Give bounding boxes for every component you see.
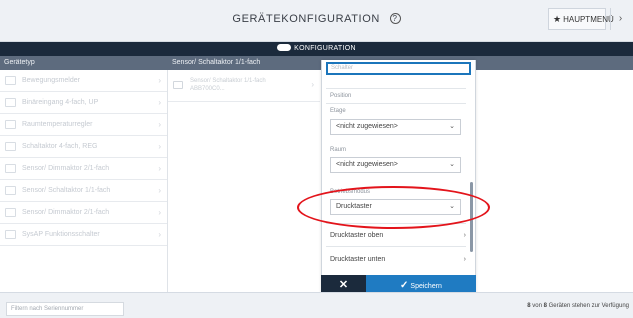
- list-item-subtitle: ABB700C0...: [190, 86, 225, 92]
- help-icon[interactable]: ?: [389, 13, 401, 24]
- toggle-icon: [277, 44, 292, 51]
- divider: [326, 88, 466, 89]
- link-button-top-label: Drucktaster oben: [330, 232, 384, 239]
- list-item-label: Sensor/ Schaltaktor 1/1-fach: [22, 187, 111, 194]
- position-label: Position: [330, 93, 352, 99]
- device-type-list: Bewegungsmelder › Binäreingang 4-fach, UP…: [0, 70, 168, 292]
- config-panel: Schalter Position Etage <nicht zugewiese…: [321, 60, 476, 298]
- chevron-right-icon: ›: [158, 164, 161, 173]
- chevron-right-icon: ›: [158, 76, 161, 85]
- list-item-title: Sensor/ Schaltaktor 1/1-fach: [190, 78, 266, 84]
- chevron-right-icon: ›: [158, 98, 161, 107]
- main-menu-label: HAUPTMENÜ: [563, 15, 614, 24]
- column-header-row: Gerätetyp Sensor/ Schaltaktor 1/1-fach: [0, 56, 633, 70]
- list-item-label: Bewegungsmelder: [22, 77, 80, 84]
- device-icon: [5, 76, 16, 85]
- list-item-label: Binäreingang 4-fach, UP: [22, 99, 99, 106]
- list-item[interactable]: SysAP Funktionsschalter ›: [0, 224, 167, 246]
- configuration-bar: KONFIGURATION: [0, 42, 633, 56]
- configuration-label: KONFIGURATION: [294, 45, 356, 52]
- close-icon: ✕: [338, 279, 349, 291]
- device-icon: [5, 98, 16, 107]
- status-suffix: Geräten stehen zur Verfügung: [546, 303, 629, 309]
- content-area: Bewegungsmelder › Binäreingang 4-fach, UP…: [0, 70, 633, 292]
- device-icon: [5, 186, 16, 195]
- chevron-right-icon: ›: [463, 232, 466, 239]
- link-button-bottom[interactable]: Drucktaster unten ›: [330, 256, 466, 263]
- back-button[interactable]: [534, 10, 548, 30]
- name-input[interactable]: Schalter: [326, 62, 471, 75]
- room-select[interactable]: <nicht zugewiesen> ⌄: [330, 157, 461, 173]
- device-icon: [5, 208, 16, 217]
- floor-label: Etage: [330, 108, 346, 114]
- link-button-top[interactable]: Drucktaster oben ›: [330, 232, 466, 239]
- list-item-label: Sensor/ Dimmaktor 2/1-fach: [22, 165, 110, 172]
- highlight-annotation: [297, 186, 490, 229]
- chevron-down-icon: ⌄: [449, 123, 455, 130]
- star-icon: ★: [553, 14, 562, 24]
- bottom-bar: Filtern nach Seriennummer 8 von 8 Geräte…: [0, 292, 633, 318]
- room-label: Raum: [330, 147, 347, 153]
- chevron-right-icon: ›: [463, 256, 466, 263]
- chevron-right-icon: ›: [158, 186, 161, 195]
- list-item[interactable]: Sensor/ Schaltaktor 1/1-fach ›: [0, 180, 167, 202]
- device-icon: [5, 142, 16, 151]
- list-item[interactable]: Sensor/ Dimmaktor 2/1-fach ›: [0, 158, 167, 180]
- device-icon: [5, 164, 16, 173]
- list-item[interactable]: Raumtemperaturregler ›: [0, 114, 167, 136]
- page-title-text: GERÄTEKONFIGURATION: [232, 13, 380, 25]
- list-item[interactable]: Schaltaktor 4-fach, REG ›: [0, 136, 167, 158]
- device-icon: [5, 120, 16, 129]
- divider: [326, 246, 466, 247]
- list-item-label: Raumtemperaturregler: [22, 121, 93, 128]
- chevron-right-icon: ›: [158, 120, 161, 129]
- link-button-bottom-label: Drucktaster unten: [330, 256, 386, 263]
- list-item[interactable]: Bewegungsmelder ›: [0, 70, 167, 92]
- main-menu-button[interactable]: ★ HAUPTMENÜ: [548, 8, 614, 30]
- chevron-right-icon: ›: [158, 208, 161, 217]
- room-select-value: <nicht zugewiesen>: [336, 161, 398, 168]
- save-button-label: Speichern: [410, 283, 442, 290]
- column-header-device-type: Gerätetyp: [4, 59, 35, 66]
- chevron-down-icon: ⌄: [449, 161, 455, 168]
- device-list: Sensor/ Schaltaktor 1/1-fach ABB700C0...…: [168, 70, 320, 292]
- next-arrow-icon[interactable]: ›: [610, 8, 630, 30]
- list-item[interactable]: Sensor/ Schaltaktor 1/1-fach ABB700C0...…: [168, 70, 320, 102]
- floor-select-value: <nicht zugewiesen>: [336, 123, 398, 130]
- device-icon: [5, 230, 16, 239]
- chevron-right-icon: ›: [158, 230, 161, 239]
- list-item[interactable]: Binäreingang 4-fach, UP ›: [0, 92, 167, 114]
- list-item[interactable]: Sensor/ Dimmaktor 2/1-fach ›: [0, 202, 167, 224]
- chevron-right-icon: ›: [158, 142, 161, 151]
- device-icon: [173, 81, 183, 89]
- divider: [326, 103, 466, 104]
- list-item-label: Schaltaktor 4-fach, REG: [22, 143, 98, 150]
- list-item-label: Sensor/ Dimmaktor 2/1-fach: [22, 209, 110, 216]
- device-count-status: 8 von 8 Geräten stehen zur Verfügung: [527, 303, 629, 309]
- app-window: GERÄTEKONFIGURATION ? ★ HAUPTMENÜ › KONFI…: [0, 0, 633, 318]
- floor-select[interactable]: <nicht zugewiesen> ⌄: [330, 119, 461, 135]
- chevron-right-icon: ›: [311, 80, 314, 89]
- filter-button[interactable]: Filtern nach Seriennummer: [6, 302, 124, 316]
- top-bar: GERÄTEKONFIGURATION ? ★ HAUPTMENÜ ›: [0, 0, 633, 42]
- column-header-device: Sensor/ Schaltaktor 1/1-fach: [172, 59, 261, 66]
- list-item-label: SysAP Funktionsschalter: [22, 231, 100, 238]
- checkmark-icon: ✓: [400, 280, 409, 291]
- status-mid: von: [530, 303, 544, 309]
